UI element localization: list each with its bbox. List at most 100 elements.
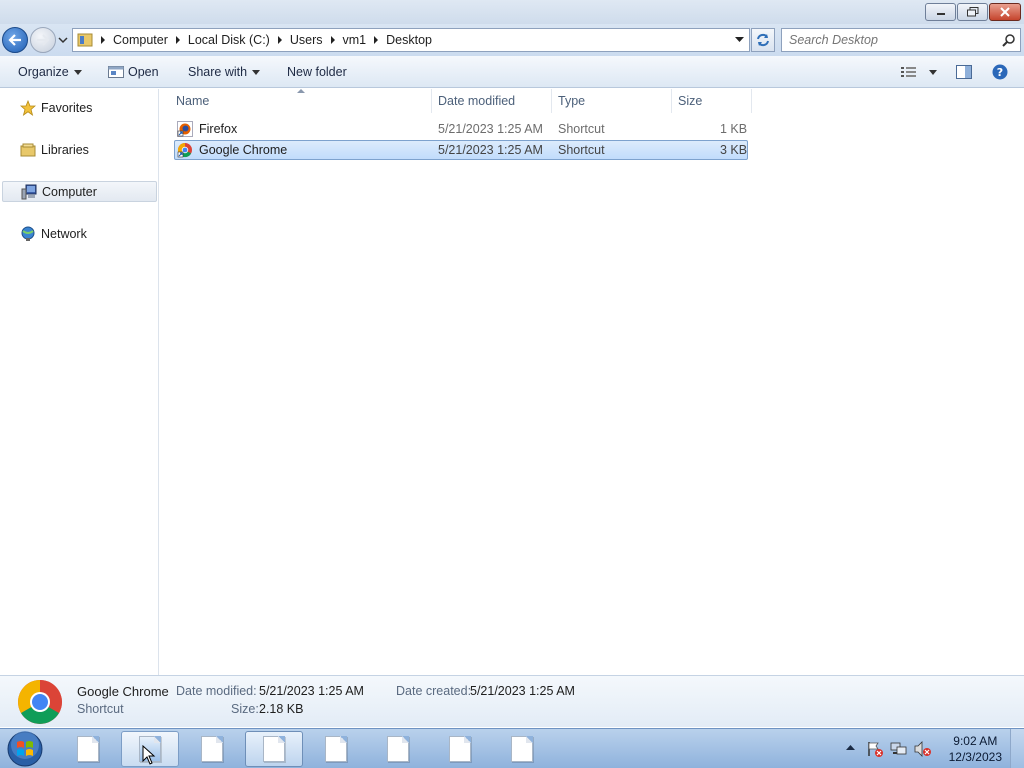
taskbar-button[interactable] — [493, 731, 551, 767]
file-row-selected[interactable]: Google Chrome 5/21/2023 1:25 AM Shortcut… — [174, 140, 748, 160]
breadcrumb-users[interactable]: Users — [286, 29, 327, 51]
forward-arrow-icon — [37, 34, 50, 46]
details-date-modified-value: 5/21/2023 1:25 AM — [259, 684, 364, 698]
nav-item-network[interactable]: Network — [2, 223, 157, 244]
open-button[interactable]: Open — [108, 63, 159, 81]
document-icon — [325, 736, 347, 762]
address-bar[interactable]: Computer Local Disk (C:) Users vm1 Deskt… — [72, 28, 750, 52]
breadcrumb-separator-icon[interactable] — [97, 29, 109, 51]
taskbar-button[interactable] — [59, 731, 117, 767]
taskbar: 9:02 AM 12/3/2023 — [0, 728, 1024, 768]
new-folder-button[interactable]: New folder — [287, 63, 347, 81]
nav-item-label: Computer — [42, 184, 97, 199]
document-icon — [387, 736, 409, 762]
action-center-flag-icon[interactable] — [866, 741, 884, 757]
restore-icon — [966, 7, 978, 17]
refresh-icon — [757, 33, 769, 47]
command-bar: Organize Open Share with New folder ? — [0, 56, 1024, 88]
nav-item-label: Libraries — [41, 142, 89, 157]
open-label: Open — [128, 65, 159, 79]
chrome-large-icon — [18, 680, 62, 724]
file-name: Google Chrome — [199, 143, 288, 157]
chevron-down-icon — [73, 69, 82, 75]
preview-pane-button[interactable] — [956, 63, 972, 81]
star-icon — [20, 99, 36, 116]
clock-date: 12/3/2023 — [948, 750, 1002, 764]
close-button[interactable] — [989, 3, 1021, 21]
details-file-name: Google Chrome — [77, 684, 169, 699]
column-header-name[interactable]: Name — [170, 89, 432, 113]
file-list-view: Name Date modified Type Size Firefox 5/2… — [160, 89, 1024, 675]
address-dropdown-icon[interactable] — [731, 29, 747, 51]
minimize-icon — [936, 13, 945, 15]
share-with-label: Share with — [188, 65, 248, 79]
details-size-value: 2.18 KB — [259, 702, 304, 716]
column-header-type[interactable]: Type — [552, 89, 672, 113]
show-hidden-icons-chevron-icon[interactable] — [846, 745, 855, 751]
firefox-shortcut-icon — [177, 121, 193, 137]
minimize-button[interactable] — [925, 3, 956, 21]
details-size-label: Size: — [231, 702, 259, 716]
back-arrow-icon — [8, 34, 21, 46]
breadcrumb-separator-icon[interactable] — [370, 29, 382, 51]
restore-button[interactable] — [957, 3, 988, 21]
taskbar-button[interactable] — [183, 731, 241, 767]
breadcrumb-separator-icon[interactable] — [274, 29, 286, 51]
details-view-icon — [901, 67, 916, 77]
breadcrumb-separator-icon[interactable] — [327, 29, 339, 51]
close-icon — [1000, 7, 1010, 17]
file-row[interactable]: Firefox 5/21/2023 1:25 AM Shortcut 1 KB — [174, 119, 748, 139]
nav-item-computer[interactable]: Computer — [2, 181, 157, 202]
breadcrumb-local-disk[interactable]: Local Disk (C:) — [184, 29, 274, 51]
details-file-kind: Shortcut — [77, 702, 124, 716]
file-type: Shortcut — [558, 143, 605, 157]
forward-button[interactable] — [30, 27, 56, 53]
search-box[interactable] — [781, 28, 1021, 52]
taskbar-clock[interactable]: 9:02 AM 12/3/2023 — [949, 733, 1002, 765]
taskbar-button-explorer[interactable] — [121, 731, 179, 767]
document-icon — [77, 736, 99, 762]
back-button[interactable] — [2, 27, 28, 53]
new-folder-label: New folder — [287, 65, 347, 79]
nav-item-libraries[interactable]: Libraries — [2, 139, 157, 160]
file-name-cell: Firefox — [177, 119, 237, 139]
breadcrumb-separator-icon[interactable] — [172, 29, 184, 51]
windows-start-orb-icon — [7, 731, 43, 767]
network-status-icon[interactable] — [890, 741, 908, 757]
chevron-down-icon — [252, 69, 261, 75]
nav-item-favorites[interactable]: Favorites — [2, 97, 157, 118]
preview-pane-icon — [956, 65, 972, 79]
breadcrumb-desktop[interactable]: Desktop — [382, 29, 436, 51]
search-input[interactable] — [782, 29, 996, 51]
show-desktop-button[interactable] — [1010, 729, 1024, 768]
computer-icon — [21, 184, 37, 200]
taskbar-button[interactable] — [245, 731, 303, 767]
volume-muted-icon[interactable] — [914, 741, 932, 757]
start-button[interactable] — [6, 731, 44, 767]
file-name-cell: Google Chrome — [177, 140, 287, 160]
taskbar-button[interactable] — [307, 731, 365, 767]
recent-pages-chevron-icon[interactable] — [58, 35, 68, 45]
file-date-modified: 5/21/2023 1:25 AM — [438, 143, 543, 157]
column-header-date-modified[interactable]: Date modified — [432, 89, 552, 113]
breadcrumb-vm1[interactable]: vm1 — [339, 29, 371, 51]
svg-text:?: ? — [997, 66, 1003, 79]
document-icon — [201, 736, 223, 762]
taskbar-button[interactable] — [369, 731, 427, 767]
breadcrumb-computer[interactable]: Computer — [109, 29, 172, 51]
search-icon[interactable] — [1002, 33, 1016, 47]
folder-location-icon — [73, 29, 97, 51]
share-with-menu-button[interactable]: Share with — [188, 63, 261, 81]
organize-label: Organize — [18, 65, 69, 79]
help-button[interactable]: ? — [992, 63, 1008, 81]
change-view-button[interactable] — [901, 63, 937, 81]
taskbar-button[interactable] — [431, 731, 489, 767]
refresh-button[interactable] — [751, 28, 775, 52]
nav-item-label: Favorites — [41, 100, 93, 115]
organize-menu-button[interactable]: Organize — [18, 63, 82, 81]
column-header-size[interactable]: Size — [672, 89, 752, 113]
file-type: Shortcut — [558, 122, 605, 136]
nav-item-label: Network — [41, 226, 87, 241]
details-pane: Google Chrome Shortcut Date modified: 5/… — [0, 675, 1024, 727]
chevron-down-icon[interactable] — [929, 69, 937, 75]
